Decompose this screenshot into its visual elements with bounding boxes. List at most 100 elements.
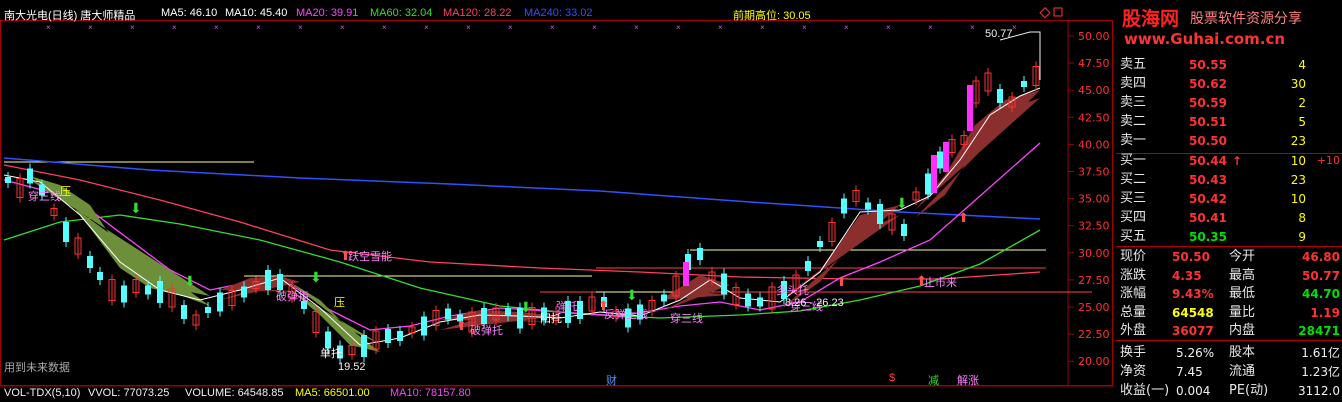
ask-row-3[interactable]: 卖三 50.59 2 (1116, 94, 1342, 112)
signal-label: 穿三线 (670, 311, 703, 325)
top-marker: × (508, 23, 513, 32)
quote-label: 涨跌 (1120, 267, 1147, 283)
down-arrow-icon: ⬇ (626, 287, 638, 303)
fund-label: 股本 (1229, 345, 1256, 360)
event-finance[interactable]: 财 (606, 372, 617, 388)
ask-price: 50.59 (1189, 96, 1227, 110)
quote-row[interactable]: 涨幅 9.43% 最低 44.70 (1116, 285, 1342, 303)
candle-body (925, 173, 931, 195)
quote-value: 50.77 (1302, 268, 1340, 283)
signal-label: 反弹上线 (604, 307, 648, 321)
top-marker: × (760, 23, 765, 32)
y-tick-label: 22.50 (1078, 328, 1110, 341)
ask-price: 50.50 (1189, 134, 1227, 148)
top-marker: × (466, 23, 471, 32)
event-unlock[interactable]: 解涨 (957, 372, 979, 388)
ask-row-2[interactable]: 卖二 50.51 5 (1116, 113, 1342, 131)
candle-body (865, 202, 871, 210)
kline-chart[interactable]: 50.00 47.50 45.00 42.50 40.00 37.50 35.00 32.50… (0, 0, 1114, 402)
top-marker: × (424, 23, 429, 32)
quote-row[interactable]: 涨跌 4.35 最高 50.77 (1116, 267, 1342, 285)
ask-label: 卖二 (1120, 114, 1147, 129)
ask-row-4[interactable]: 卖四 50.62 30 (1116, 75, 1342, 93)
quote-row[interactable]: 总量 64548 量比 1.19 (1116, 304, 1342, 322)
bid-volume: 10 (1290, 192, 1306, 206)
top-marker: × (844, 23, 849, 32)
candle-body (63, 222, 69, 242)
bid-price: 50.44 (1189, 154, 1227, 168)
top-marker: × (676, 23, 681, 32)
bid-row-1[interactable]: 买一 50.44 10 ↑ +10 (1116, 152, 1342, 170)
bid-label: 买五 (1120, 229, 1147, 244)
event-dollar[interactable]: $ (889, 372, 895, 384)
quote-label: 今开 (1229, 249, 1256, 264)
bid-price: 50.35 (1189, 230, 1227, 244)
logo-cn: 股海网 (1122, 8, 1180, 30)
fund-value: 7.45 (1176, 365, 1203, 379)
candle-body (901, 224, 907, 236)
candle-body (661, 294, 667, 302)
top-marker: × (88, 23, 93, 32)
bid-row-4[interactable]: 买四 50.41 8 (1116, 209, 1342, 227)
fund-row[interactable]: 换手 5.26% 股本 1.61亿 (1116, 344, 1342, 362)
candle-body (721, 273, 727, 295)
candle-body (181, 305, 187, 319)
top-marker: × (970, 23, 975, 32)
bid-price: 50.42 (1189, 192, 1227, 206)
quote-label: 内盘 (1229, 323, 1256, 338)
fund-row[interactable]: 净资 7.45 流通 1.23亿 (1116, 363, 1342, 381)
signal-label: 止市来 (924, 275, 957, 289)
signal-label: 弹托 (556, 299, 578, 313)
top-marker: × (46, 23, 51, 32)
top-marker: × (340, 23, 345, 32)
bid-row-2[interactable]: 买二 50.43 23 (1116, 171, 1342, 189)
vvol-readout: VVOL: 77073.25 (88, 387, 170, 399)
candle-body (481, 308, 487, 324)
y-tick-label: 35.00 (1078, 193, 1110, 206)
bid-price: 50.43 (1189, 173, 1227, 187)
kline-svg[interactable]: 50.00 47.50 45.00 42.50 40.00 37.50 35.00 32.50… (0, 0, 1114, 402)
chart-title: 南大光电(日线) 唐大师精品 (4, 10, 136, 22)
signal-label: 压 (334, 296, 345, 309)
quote-value: 9.43% (1172, 287, 1214, 301)
quote-value: 4.35 (1172, 268, 1202, 283)
fund-label: 收益(一) (1120, 383, 1170, 398)
quote-label: 最高 (1229, 267, 1256, 283)
ask-row-5[interactable]: 卖五 50.55 4 (1116, 56, 1342, 74)
ask-price: 50.55 (1189, 58, 1227, 72)
candle-body (241, 286, 247, 298)
fund-label: PE(动) (1229, 383, 1269, 398)
down-arrow-icon: ⬇ (896, 195, 908, 211)
event-reduce[interactable]: 减 (928, 372, 939, 388)
top-marker: × (298, 23, 303, 32)
top-marker: × (256, 23, 261, 32)
bid-volume: 23 (1290, 173, 1306, 187)
down-arrow-icon: ⬇ (130, 200, 142, 216)
signal-label: 穿三线 (28, 189, 61, 203)
bid-row-3[interactable]: 买三 50.42 10 (1116, 190, 1342, 208)
fund-row[interactable]: 收益(一) 0.004 PE(动) 3112.0 (1116, 382, 1342, 400)
ask-label: 卖一 (1120, 133, 1147, 148)
ma240-readout: MA240: 33.02 (524, 7, 593, 19)
ask-volume: 30 (1290, 77, 1306, 91)
prev-high-label: 前期高位: 30.05 (733, 10, 811, 22)
top-marker: × (550, 23, 555, 32)
quote-row[interactable]: 现价 50.50 今开 46.80 (1116, 248, 1342, 266)
candle-body (157, 281, 163, 303)
fund-label: 净资 (1120, 364, 1147, 379)
quote-value: 1.19 (1310, 305, 1340, 320)
candle-body (217, 292, 223, 312)
bid-price: 50.41 (1189, 211, 1227, 225)
ask-volume: 5 (1298, 115, 1306, 129)
y-tick-label: 37.50 (1078, 166, 1110, 179)
quote-row[interactable]: 外盘 36077 内盘 28471 (1116, 322, 1342, 340)
y-tick-label: 20.00 (1078, 355, 1110, 368)
top-marker: × (592, 23, 597, 32)
quote-value: 46.80 (1302, 250, 1340, 264)
quote-label: 量比 (1229, 304, 1256, 320)
bid-row-5[interactable]: 买五 50.35 9 (1116, 228, 1342, 246)
logo-sub: 股票软件资源分享 (1190, 11, 1302, 27)
ask-row-1[interactable]: 卖一 50.50 23 (1116, 132, 1342, 150)
top-marker: × (634, 23, 639, 32)
candle-body (87, 256, 93, 268)
